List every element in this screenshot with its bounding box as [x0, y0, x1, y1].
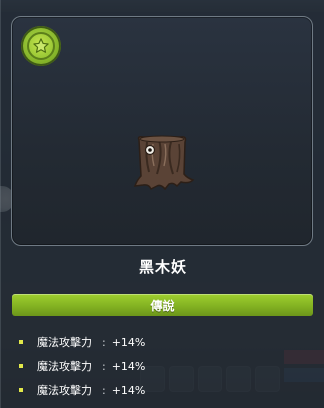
- familiar-tooltip-panel: 黑木妖 傳說 魔法攻擊力 : +14% 魔法攻擊力 : +14% 魔法攻擊力 :…: [0, 0, 324, 408]
- star-icon: [21, 26, 61, 66]
- bullet-icon: [19, 364, 23, 368]
- rarity-label: 傳說: [150, 298, 175, 313]
- stat-name: 魔法攻擊力: [37, 336, 92, 349]
- stat-separator: :: [102, 383, 106, 397]
- black-wood-monster-sprite: [133, 135, 195, 191]
- bullet-icon: [19, 388, 23, 392]
- stat-name: 魔法攻擊力: [37, 360, 92, 373]
- stat-line: 魔法攻擊力 : +14%: [19, 330, 145, 354]
- stat-list: 魔法攻擊力 : +14% 魔法攻擊力 : +14% 魔法攻擊力 : +14%: [19, 330, 145, 402]
- bullet-icon: [19, 340, 23, 344]
- monster-name: 黑木妖: [138, 258, 187, 276]
- rarity-badge: 傳說: [12, 294, 313, 316]
- stat-value: +14%: [111, 335, 146, 349]
- stat-line: 魔法攻擊力 : +14%: [19, 354, 145, 378]
- stat-name: 魔法攻擊力: [37, 384, 92, 397]
- stat-value: +14%: [111, 359, 146, 373]
- stat-value: +14%: [111, 383, 146, 397]
- stat-separator: :: [102, 359, 106, 373]
- stat-separator: :: [102, 335, 106, 349]
- stat-line: 魔法攻擊力 : +14%: [19, 378, 145, 402]
